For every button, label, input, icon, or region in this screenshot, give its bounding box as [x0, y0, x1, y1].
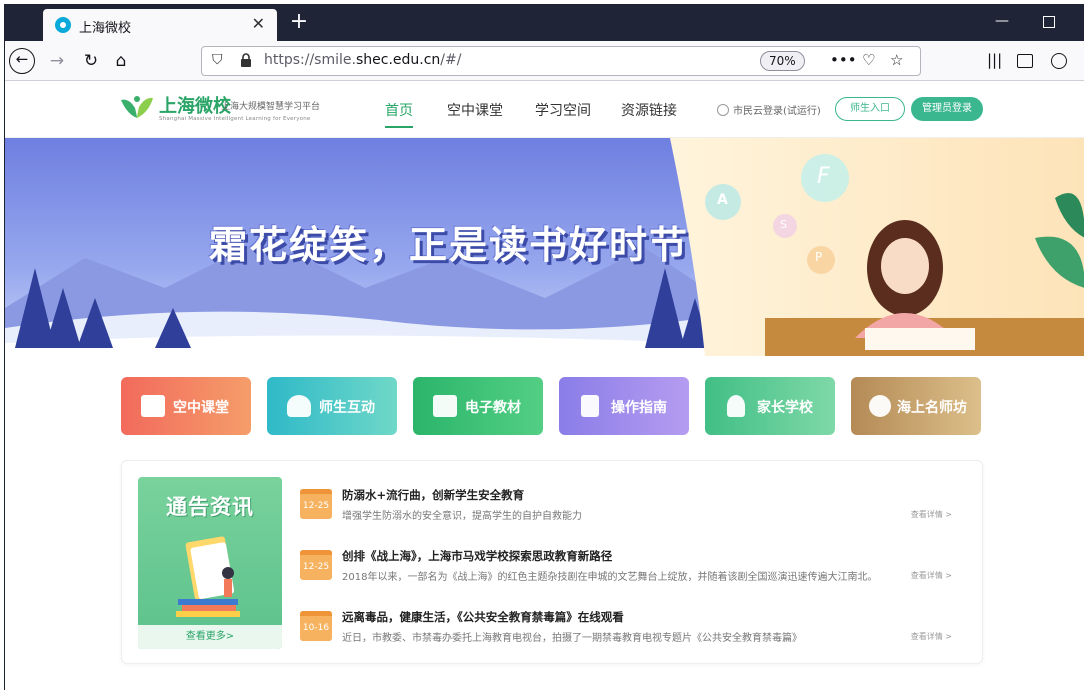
clipboard-icon	[581, 395, 599, 417]
hero-banner[interactable]: A F S P 霜花绽笑，正是读书好时节	[5, 138, 1084, 356]
letter-p-bubble: P	[815, 250, 823, 264]
news-item[interactable]: 12-25 防溺水+流行曲，创新学生安全教育 增强学生防溺水的安全意识，提高学生…	[300, 487, 972, 531]
home-icon[interactable]: ⌂	[109, 49, 133, 73]
news-detail-link[interactable]: 查看详情 >	[911, 631, 952, 642]
books-illustration-icon	[176, 536, 240, 617]
zoom-level-badge[interactable]: 70%	[760, 51, 805, 71]
news-item[interactable]: 10-16 远离毒品，健康生活，《公共安全教育禁毒篇》在线观看 近日，市教委、市…	[300, 609, 972, 653]
news-summary: 2018年以来，一部名为《战上海》的红色主题杂技剧在申城的文艺舞台上绽放，并随着…	[342, 572, 878, 583]
tv-icon	[141, 395, 165, 417]
view-more-link[interactable]: 查看更多>	[138, 625, 282, 649]
nav-sky-classroom[interactable]: 空中课堂	[447, 100, 503, 120]
pocket-icon[interactable]: ♡	[862, 51, 875, 69]
tile-parent-school[interactable]: 家长学校	[705, 377, 835, 435]
tracking-shield-icon[interactable]: ⛉	[212, 52, 223, 68]
news-title[interactable]: 远离毒品，健康生活，《公共安全教育禁毒篇》在线观看	[342, 609, 624, 625]
banner-headline: 霜花绽笑，正是读书好时节	[209, 222, 690, 267]
forward-arrow-icon[interactable]: →	[45, 49, 69, 73]
tab-strip: 上海微校 ✕ + —	[5, 5, 1084, 41]
minimize-window-icon[interactable]: —	[995, 13, 1009, 29]
reload-icon[interactable]: ↻	[79, 49, 103, 73]
logo-subtitle: 上海大规模智慧学习平台	[221, 102, 321, 112]
news-detail-link[interactable]: 查看详情 >	[911, 509, 952, 520]
graduation-cap-icon	[287, 395, 311, 417]
user-icon	[717, 104, 729, 116]
nav-resource-links[interactable]: 资源链接	[621, 100, 677, 120]
bookmark-star-icon[interactable]: ☆	[890, 51, 903, 69]
tab-title: 上海微校	[79, 21, 132, 36]
lock-icon	[241, 53, 251, 67]
notice-feature-card[interactable]: 通告资讯 查看更多>	[138, 477, 282, 649]
news-summary: 近日，市教委、市禁毒办委托上海教育电视台，拍摄了一期禁毒教育电视专题片《公共安全…	[342, 633, 802, 644]
open-book-icon	[433, 395, 457, 417]
back-arrow-icon[interactable]: ←	[9, 48, 35, 74]
notice-card-title: 通告资讯	[166, 495, 254, 519]
new-tab-button[interactable]: +	[287, 11, 311, 35]
news-item[interactable]: 12-25 创排《战上海》，上海市马戏学校探索思政教育新路径 2018年以来，一…	[300, 548, 972, 592]
tile-operation-guide[interactable]: 操作指南	[559, 377, 689, 435]
letter-f-bubble: F	[817, 164, 830, 189]
navigation-toolbar: ← → ↻ ⌂ ⛉ https://smile.shec.edu.cn/#/ 7…	[5, 41, 1084, 81]
news-date-badge: 12-25	[300, 550, 332, 580]
sidebar-icon[interactable]	[1017, 54, 1033, 68]
notices-panel: 通告资讯 查看更多> 12-25 防溺水+流行曲，创新学生安全教育 增强学生防溺…	[121, 460, 983, 664]
news-date-badge: 12-25	[300, 489, 332, 519]
tile-shanghai-master-teacher[interactable]: 海上名师坊	[851, 377, 981, 435]
logo-english: Shanghai Massive Intelligent Learning fo…	[159, 116, 311, 122]
maximize-window-icon[interactable]	[1043, 16, 1055, 28]
nav-home[interactable]: 首页	[385, 100, 413, 128]
letter-a-bubble: A	[717, 192, 728, 208]
tile-sky-classroom[interactable]: 空中课堂	[121, 377, 251, 435]
letter-s-bubble: S	[780, 218, 787, 231]
tile-teacher-student-interaction[interactable]: 师生互动	[267, 377, 397, 435]
address-bar[interactable]: ⛉ https://smile.shec.edu.cn/#/ 70% ••• ♡…	[201, 46, 921, 76]
url-text[interactable]: https://smile.shec.edu.cn/#/	[264, 52, 461, 68]
browser-tab[interactable]: 上海微校 ✕	[43, 9, 277, 41]
news-detail-link[interactable]: 查看详情 >	[911, 570, 952, 581]
page-actions-icon[interactable]: •••	[830, 51, 857, 69]
news-summary: 增强学生防溺水的安全意识，提高学生的自护自救能力	[342, 511, 582, 522]
teacher-student-entry-button[interactable]: 师生入口	[835, 97, 905, 121]
account-icon[interactable]	[1051, 53, 1067, 69]
nav-learning-space[interactable]: 学习空间	[535, 100, 591, 120]
library-icon[interactable]: |||	[987, 51, 1002, 69]
admin-login-button[interactable]: 管理员登录	[911, 97, 983, 121]
browser-window: 上海微校 ✕ + — ← → ↻ ⌂ ⛉ https://smile.shec.…	[4, 4, 1084, 690]
news-title[interactable]: 防溺水+流行曲，创新学生安全教育	[342, 487, 524, 503]
shanghai-weixiao-logo-icon[interactable]	[119, 94, 155, 120]
citizen-cloud-login[interactable]: 市民云登录(试运行)	[717, 102, 821, 117]
news-title[interactable]: 创排《战上海》，上海市马戏学校探索思政教育新路径	[342, 548, 612, 564]
person-icon	[727, 395, 745, 417]
site-favicon-icon	[55, 17, 71, 33]
tile-e-textbook[interactable]: 电子教材	[413, 377, 543, 435]
news-date-badge: 10-16	[300, 611, 332, 641]
medal-icon	[869, 395, 891, 417]
close-tab-icon[interactable]: ✕	[252, 14, 265, 34]
site-header: 上海微校 上海大规模智慧学习平台 Shanghai Massive Intell…	[5, 82, 1084, 138]
